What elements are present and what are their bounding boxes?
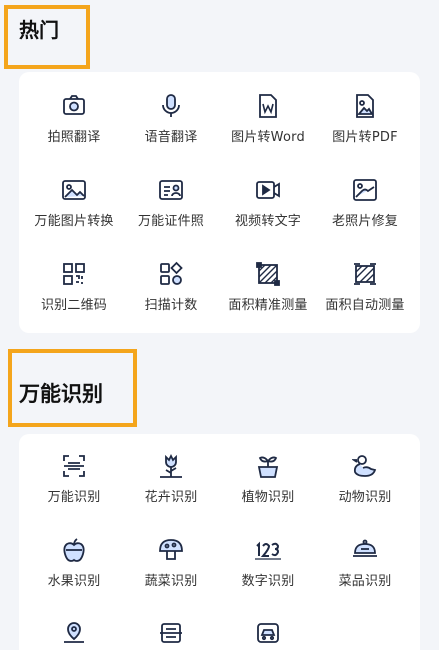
tool-label: 识别二维码 [40, 298, 107, 313]
area-auto-measure-icon [351, 260, 379, 288]
recognize-landmark[interactable] [24, 620, 124, 650]
flower-icon [157, 452, 185, 480]
tool-label: 拍照翻译 [47, 130, 101, 145]
section-title-hot: 热门 [19, 18, 59, 42]
tool-image-convert[interactable]: 万能图片转换 [24, 176, 124, 229]
id-card-icon [157, 176, 185, 204]
photo-restore-icon [351, 176, 379, 204]
car-icon [254, 620, 282, 648]
dish-icon [351, 536, 379, 564]
scan-frame-icon [60, 452, 88, 480]
tool-label: 万能图片转换 [34, 214, 114, 229]
tool-area-measure[interactable]: 面积精准测量 [218, 260, 318, 313]
tool-label: 菜品识别 [338, 574, 392, 589]
tool-label: 植物识别 [241, 490, 295, 505]
image-doc-icon [351, 92, 379, 120]
recognize-vegetable[interactable]: 蔬菜识别 [121, 536, 221, 589]
tool-label: 视频转文字 [234, 214, 301, 229]
recognize-number[interactable]: 数字识别 [218, 536, 318, 589]
recognize-dish[interactable]: 菜品识别 [315, 536, 415, 589]
tool-label: 老照片修复 [331, 214, 398, 229]
microphone-icon [157, 92, 185, 120]
tool-label: 语音翻译 [144, 130, 198, 145]
tool-label: 图片转PDF [332, 130, 398, 145]
image-convert-icon [60, 176, 88, 204]
recognize-universal[interactable]: 万能识别 [24, 452, 124, 505]
tool-label: 万能识别 [47, 490, 101, 505]
recognize-plant[interactable]: 植物识别 [218, 452, 318, 505]
tool-label: 图片转Word [231, 130, 305, 145]
hot-card: 拍照翻译 语音翻译 图片转Word 图片转PDF 万能图片转换 万能证件照 视频… [19, 72, 420, 333]
tool-label: 蔬菜识别 [144, 574, 198, 589]
tool-label: 水果识别 [47, 574, 101, 589]
tool-area-auto-measure[interactable]: 面积自动测量 [315, 260, 415, 313]
tool-image-to-word[interactable]: 图片转Word [218, 92, 318, 145]
tool-label: 扫描计数 [144, 298, 198, 313]
camera-translate-icon [60, 92, 88, 120]
tool-photo-translate[interactable]: 拍照翻译 [24, 92, 124, 145]
apple-icon [60, 536, 88, 564]
recognize-flower[interactable]: 花卉识别 [121, 452, 221, 505]
document-scan-icon [157, 620, 185, 648]
qr-code-icon [60, 260, 88, 288]
tool-label: 动物识别 [338, 490, 392, 505]
recognize-document[interactable] [121, 620, 221, 650]
tool-label: 数字识别 [241, 574, 295, 589]
mushroom-icon [157, 536, 185, 564]
plant-icon [254, 452, 282, 480]
landmark-icon [60, 620, 88, 648]
tool-label: 万能证件照 [137, 214, 204, 229]
recognize-fruit[interactable]: 水果识别 [24, 536, 124, 589]
tool-label: 花卉识别 [144, 490, 198, 505]
section-title-recognize: 万能识别 [19, 382, 103, 406]
tool-image-to-pdf[interactable]: 图片转PDF [315, 92, 415, 145]
recognize-card: 万能识别 花卉识别 植物识别 动物识别 水果识别 蔬菜识别 数字识别 菜品识别 [19, 434, 420, 650]
word-doc-icon [254, 92, 282, 120]
tool-scan-count[interactable]: 扫描计数 [121, 260, 221, 313]
duck-icon [351, 452, 379, 480]
area-measure-icon [254, 260, 282, 288]
tool-photo-restore[interactable]: 老照片修复 [315, 176, 415, 229]
video-icon [254, 176, 282, 204]
numbers-icon [254, 536, 282, 564]
tool-qr-scan[interactable]: 识别二维码 [24, 260, 124, 313]
tool-label: 面积自动测量 [325, 298, 405, 313]
recognize-car[interactable] [218, 620, 318, 650]
tool-voice-translate[interactable]: 语音翻译 [121, 92, 221, 145]
tool-label: 面积精准测量 [228, 298, 308, 313]
scan-count-icon [157, 260, 185, 288]
tool-video-to-text[interactable]: 视频转文字 [218, 176, 318, 229]
recognize-animal[interactable]: 动物识别 [315, 452, 415, 505]
tool-id-photo[interactable]: 万能证件照 [121, 176, 221, 229]
